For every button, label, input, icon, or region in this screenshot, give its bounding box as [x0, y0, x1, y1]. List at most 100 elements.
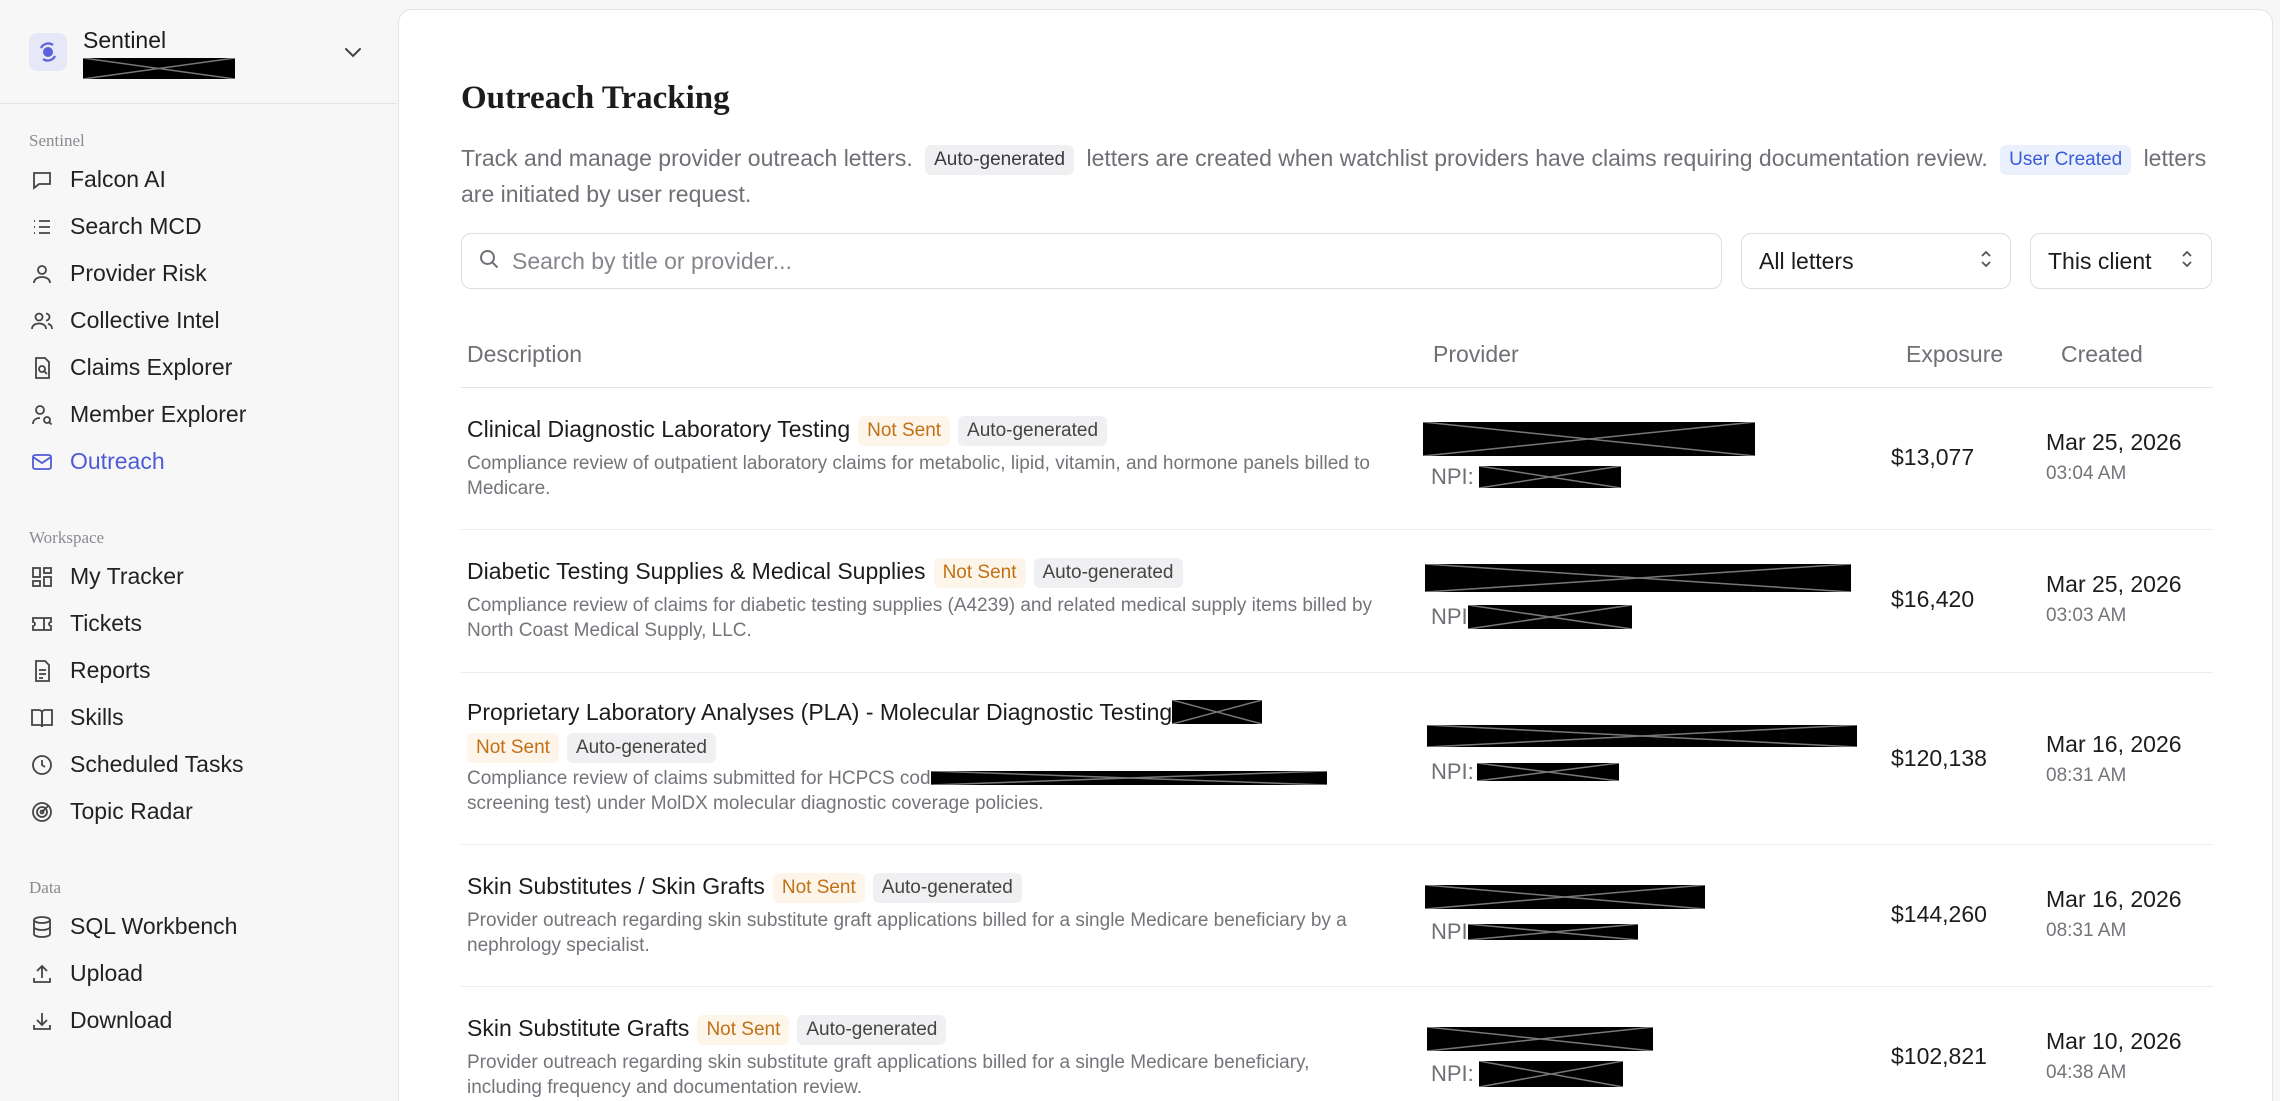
nav-label: Topic Radar — [70, 798, 193, 824]
provider-cell: NPI: — [1423, 422, 1755, 490]
row-description: screening test) under MolDX molecular di… — [467, 793, 1044, 814]
status-badge: Not Sent — [858, 416, 951, 446]
mail-icon — [29, 449, 55, 475]
nav-item-falcon-ai[interactable]: Falcon AI — [0, 156, 397, 203]
org-switcher[interactable]: Sentinel — [0, 0, 397, 104]
nav-item-search-mcd[interactable]: Search MCD — [0, 203, 397, 250]
scope-filter-select[interactable]: This client — [2030, 233, 2212, 289]
redacted-npi — [1478, 1061, 1623, 1087]
column-header-provider[interactable]: Provider — [1433, 341, 1519, 368]
status-badge: Not Sent — [933, 558, 1026, 588]
redacted-provider-name — [1425, 564, 1851, 592]
nav-item-provider-risk[interactable]: Provider Risk — [0, 250, 397, 297]
redacted-code — [1172, 700, 1263, 724]
status-badge: Not Sent — [772, 873, 865, 903]
column-header-exposure[interactable]: Exposure — [1906, 341, 2003, 368]
column-header-description[interactable]: Description — [467, 341, 582, 368]
table-row[interactable]: Skin Substitutes / Skin Grafts Not Sent Au… — [461, 845, 2213, 987]
nav-item-topic-radar[interactable]: Topic Radar — [0, 788, 397, 835]
table-row[interactable]: Proprietary Laboratory Analyses (PLA) - … — [461, 673, 2213, 845]
nav-label: Search MCD — [70, 213, 202, 239]
nav-item-scheduled-tasks[interactable]: Scheduled Tasks — [0, 741, 397, 788]
provider-cell: NPI: — [1427, 725, 1857, 785]
download-icon — [29, 1008, 55, 1034]
chevron-down-icon[interactable] — [339, 38, 367, 66]
redacted-npi — [1467, 924, 1638, 940]
row-title: Proprietary Laboratory Analyses (PLA) - … — [467, 699, 1173, 725]
redacted-org-detail — [83, 57, 235, 79]
nav-item-download[interactable]: Download — [0, 997, 397, 1044]
nav-item-collective-intel[interactable]: Collective Intel — [0, 297, 397, 344]
table-row[interactable]: Diabetic Testing Supplies & Medical Supp… — [461, 530, 2213, 673]
report-icon — [29, 658, 55, 684]
nav-label: Outreach — [70, 448, 165, 474]
row-description: Provider outreach regarding skin substit… — [467, 910, 1347, 956]
status-badge: Not Sent — [697, 1015, 790, 1045]
page-title: Outreach Tracking — [461, 80, 730, 116]
list-icon — [29, 214, 55, 240]
created-time: 03:03 AM — [2046, 605, 2127, 626]
created-date: Mar 25, 2026 — [2046, 571, 2182, 597]
redacted-provider-name — [1427, 1027, 1653, 1051]
created-date: Mar 16, 2026 — [2046, 731, 2182, 757]
nav-item-sql-workbench[interactable]: SQL Workbench — [0, 903, 397, 950]
created-date: Mar 25, 2026 — [2046, 429, 2182, 455]
nav-label: SQL Workbench — [70, 913, 238, 939]
nav-section-data: Data — [29, 878, 62, 897]
created-date: Mar 10, 2026 — [2046, 1028, 2182, 1054]
search-icon — [478, 248, 500, 275]
nav-label: Scheduled Tasks — [70, 751, 244, 777]
exposure-value: $16,420 — [1891, 586, 1975, 612]
table-row[interactable]: Clinical Diagnostic Laboratory Testing No… — [461, 388, 2213, 530]
database-icon — [29, 914, 55, 940]
status-badge: Not Sent — [467, 733, 559, 763]
search-input[interactable] — [512, 247, 1692, 275]
letters-filter-select[interactable]: All letters — [1741, 233, 2011, 289]
auto-generated-chip: Auto-generated — [925, 145, 1075, 175]
ticket-icon — [29, 611, 55, 637]
org-name: Sentinel — [83, 26, 167, 53]
source-badge: Auto-generated — [566, 733, 716, 763]
nav-item-member-explorer[interactable]: Member Explorer — [0, 391, 397, 438]
document-search-icon — [29, 355, 55, 381]
nav-label: Claims Explorer — [70, 354, 233, 380]
exposure-value: $120,138 — [1891, 745, 1987, 771]
letters-filter-value: All letters — [1759, 247, 1854, 274]
nav-label: Reports — [70, 657, 151, 683]
page-intro: Track and manage provider outreach lette… — [461, 140, 2221, 212]
nav-label: Provider Risk — [70, 260, 207, 286]
dashboard-icon — [29, 564, 55, 590]
npi-label: NPI: — [1431, 1061, 1474, 1086]
book-icon — [29, 705, 55, 731]
redacted-provider-name — [1427, 725, 1857, 747]
nav-label: Member Explorer — [70, 401, 247, 427]
npi-label: NPI — [1431, 604, 1468, 629]
created-date: Mar 16, 2026 — [2046, 886, 2182, 912]
sidebar: Sentinel Sentinel Falcon AI Search MCD P… — [0, 0, 397, 1101]
source-badge: Auto-generated — [872, 873, 1022, 903]
intro-text: Track and manage provider outreach lette… — [461, 145, 913, 171]
row-title: Diabetic Testing Supplies & Medical Supp… — [467, 558, 926, 584]
nav-item-skills[interactable]: Skills — [0, 694, 397, 741]
search-box[interactable] — [461, 233, 1722, 289]
upload-icon — [29, 961, 55, 987]
column-header-created[interactable]: Created — [2061, 341, 2143, 368]
nav-label: My Tracker — [70, 563, 184, 589]
source-badge: Auto-generated — [797, 1015, 947, 1045]
nav-label: Tickets — [70, 610, 142, 636]
main-panel: Outreach Tracking Track and manage provi… — [398, 9, 2273, 1101]
npi-label: NPI: — [1431, 464, 1474, 489]
provider-cell: NPI — [1425, 885, 1705, 945]
chevron-up-down-icon — [1979, 248, 1993, 275]
exposure-value: $102,821 — [1891, 1043, 1987, 1069]
nav-item-upload[interactable]: Upload — [0, 950, 397, 997]
table-row[interactable]: Skin Substitute Grafts Not Sent Auto-gener… — [461, 987, 2213, 1101]
nav-item-tickets[interactable]: Tickets — [0, 600, 397, 647]
nav-item-outreach[interactable]: Outreach — [0, 438, 397, 485]
nav-item-my-tracker[interactable]: My Tracker — [0, 553, 397, 600]
nav-item-reports[interactable]: Reports — [0, 647, 397, 694]
nav-item-claims-explorer[interactable]: Claims Explorer — [0, 344, 397, 391]
row-title: Skin Substitute Grafts — [467, 1015, 690, 1041]
nav-section-workspace: Workspace — [29, 528, 105, 547]
redacted-npi — [1478, 466, 1621, 488]
